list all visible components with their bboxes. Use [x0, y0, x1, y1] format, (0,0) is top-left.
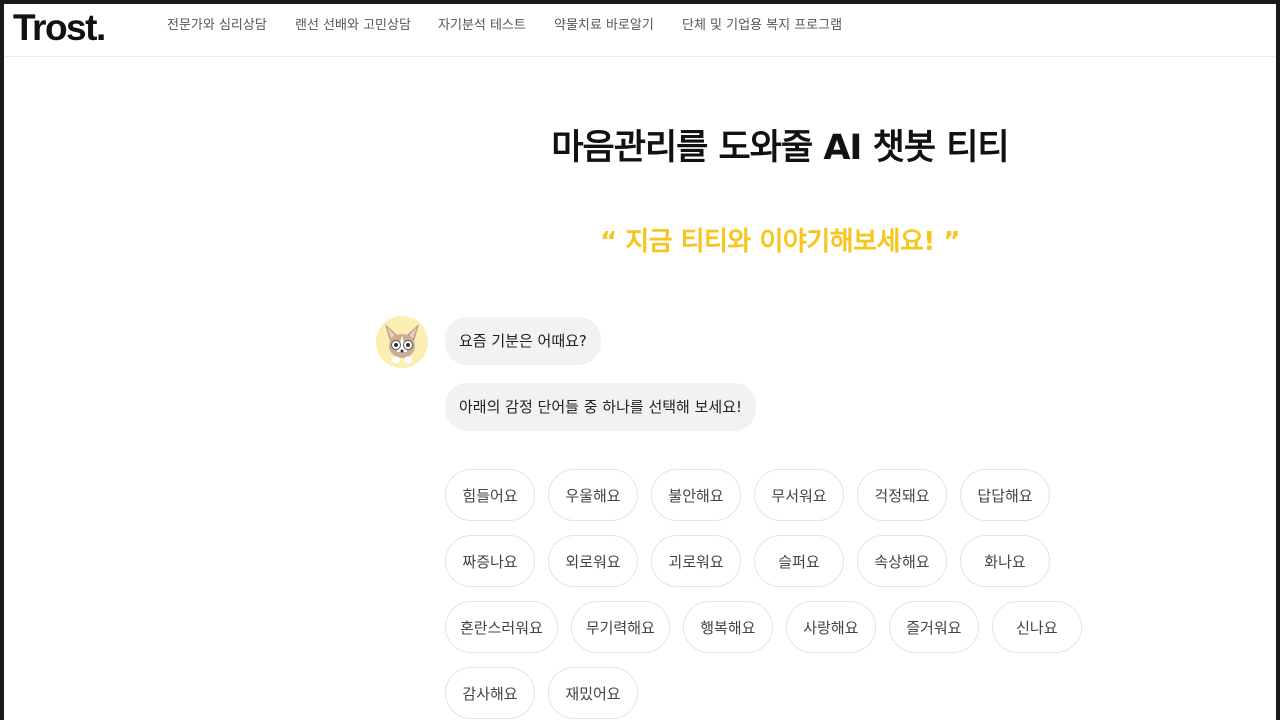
page: Trost. 전문가와 심리상담 랜선 선배와 고민상담 자기분석 테스트 약물…	[4, 4, 1276, 720]
page-subtitle: “ 지금 티티와 이야기해보세요! ”	[600, 227, 960, 257]
emotion-chip[interactable]: 슬퍼요	[754, 535, 844, 587]
emotion-chip[interactable]: 혼란스러워요	[445, 601, 558, 653]
nav-self-analysis-test[interactable]: 자기분석 테스트	[438, 18, 526, 34]
emotion-chip[interactable]: 신나요	[991, 601, 1082, 653]
emotion-chip[interactable]: 속상해요	[857, 535, 947, 587]
trost-logo[interactable]: Trost.	[13, 6, 106, 50]
emotion-chip[interactable]: 재밌어요	[548, 667, 638, 719]
emotion-chip[interactable]: 불안해요	[651, 469, 741, 521]
emotion-chip[interactable]: 힘들어요	[445, 469, 535, 521]
emotion-chip[interactable]: 무기력해요	[570, 601, 670, 653]
chatbot-avatar	[376, 316, 428, 368]
nav-expert-counseling[interactable]: 전문가와 심리상담	[167, 18, 267, 34]
emotion-chip[interactable]: 짜증나요	[445, 535, 535, 587]
emotion-chip[interactable]: 화나요	[960, 535, 1050, 587]
chat-message-greeting: 요즘 기분은 어때요?	[445, 317, 601, 365]
nav-online-mentor[interactable]: 랜선 선배와 고민상담	[295, 18, 411, 34]
emotion-chip[interactable]: 우울해요	[548, 469, 638, 521]
nav-corporate-program[interactable]: 단체 및 기업용 복지 프로그램	[682, 18, 842, 34]
emotion-chip[interactable]: 행복해요	[682, 601, 773, 653]
emotion-chip[interactable]: 답답해요	[960, 469, 1050, 521]
emotion-chip[interactable]: 걱정돼요	[857, 469, 947, 521]
site-header: Trost. 전문가와 심리상담 랜선 선배와 고민상담 자기분석 테스트 약물…	[4, 4, 1276, 57]
fox-character-icon	[376, 316, 428, 368]
emotion-chip[interactable]: 감사해요	[445, 667, 535, 719]
emotion-chip[interactable]: 즐거워요	[888, 601, 979, 653]
chat-message-instruction: 아래의 감정 단어들 중 하나를 선택해 보세요!	[445, 383, 757, 431]
nav-medication-info[interactable]: 약물치료 바로알기	[554, 18, 654, 34]
emotion-chip[interactable]: 괴로워요	[651, 535, 741, 587]
emotion-chip[interactable]: 외로워요	[548, 535, 638, 587]
emotion-chip-list: 힘들어요 우울해요 불안해요 무서워요 걱정돼요 답답해요 짜증나요 외로워요 …	[445, 469, 1125, 719]
emotion-chip[interactable]: 사랑해요	[785, 601, 876, 653]
page-title: 마음관리를 도와줄 AI 챗봇 티티	[551, 128, 1009, 168]
emotion-chip[interactable]: 무서워요	[754, 469, 844, 521]
